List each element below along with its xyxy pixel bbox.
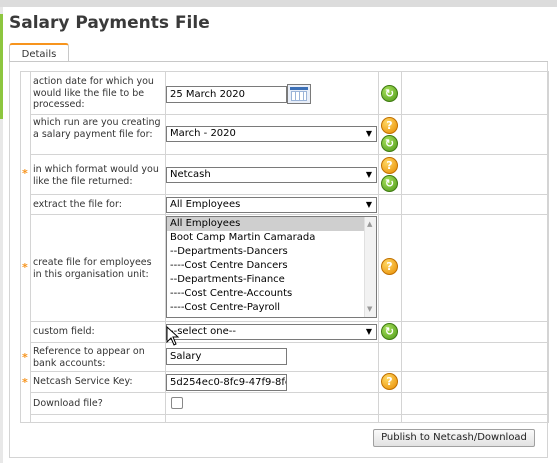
calendar-header	[290, 87, 308, 90]
help-icon[interactable]: ?	[381, 258, 398, 275]
arrow-cursor-icon	[166, 325, 180, 346]
chevron-down-icon: ▼	[365, 327, 372, 336]
row-divider	[30, 392, 548, 393]
refresh-icon[interactable]: ↻	[381, 175, 398, 192]
row-divider	[30, 414, 548, 415]
org-unit-listbox[interactable]: All Employees Boot Camp Martin Camarada …	[166, 216, 377, 318]
required-marker: *	[22, 261, 28, 274]
download-label: Download file?	[33, 398, 103, 409]
column-divider	[378, 72, 379, 422]
row-divider	[30, 114, 548, 115]
list-item[interactable]: ----Cost Centre Dancers	[167, 259, 376, 273]
reference-label: Reference to appear on bank accounts:	[33, 346, 145, 369]
extract-label: extract the file for:	[33, 199, 122, 210]
active-accent-bar	[0, 14, 3, 119]
format-label: in which format would you like the file …	[33, 164, 159, 187]
column-divider	[401, 72, 402, 422]
calendar-days	[291, 91, 307, 101]
row-divider	[30, 194, 548, 195]
row-divider	[30, 342, 548, 343]
listbox-scrollbar[interactable]: ▲ ▼	[364, 217, 376, 317]
action-date-input[interactable]: 25 March 2020	[166, 86, 287, 103]
refresh-icon[interactable]: ↻	[381, 135, 398, 152]
list-item[interactable]: ----Cost Centre-Accounts	[167, 287, 376, 301]
format-select[interactable]: Netcash ▼	[166, 167, 377, 183]
service-key-label: Netcash Service Key:	[33, 376, 133, 387]
chevron-down-icon: ▼	[365, 170, 372, 179]
run-select-value: March - 2020	[170, 128, 236, 139]
run-select[interactable]: March - 2020 ▼	[166, 126, 377, 142]
action-date-label: action date for which you would like the…	[33, 76, 154, 110]
chevron-down-icon: ▼	[365, 129, 372, 138]
download-checkbox[interactable]	[171, 397, 183, 409]
org-unit-label: create file for employees in this organi…	[33, 257, 152, 280]
required-marker: *	[22, 351, 28, 364]
row-divider	[30, 214, 548, 215]
run-label: which run are you creating a salary paym…	[33, 117, 161, 140]
list-item[interactable]: --Departments-Finance	[167, 273, 376, 287]
extract-select-value: All Employees	[170, 199, 241, 210]
scroll-up-icon[interactable]: ▲	[367, 220, 372, 228]
format-select-value: Netcash	[170, 169, 211, 180]
refresh-icon[interactable]: ↻	[381, 85, 398, 102]
required-marker: *	[22, 167, 28, 180]
help-icon[interactable]: ?	[381, 117, 398, 134]
top-bar	[0, 0, 557, 7]
row-divider	[30, 321, 548, 322]
service-key-input[interactable]: 5d254ec0-8fc9-47f9-8fc	[166, 374, 287, 391]
chevron-down-icon: ▼	[365, 200, 372, 209]
column-divider	[30, 72, 31, 422]
calendar-icon[interactable]	[287, 84, 311, 104]
help-icon[interactable]: ?	[381, 157, 398, 174]
row-divider	[30, 154, 548, 155]
list-item[interactable]: ----Cost Centre-Payroll	[167, 301, 376, 315]
reference-input[interactable]: Salary	[166, 348, 287, 365]
refresh-icon[interactable]: ↻	[381, 323, 398, 340]
required-marker: *	[22, 376, 28, 389]
list-item[interactable]: --Departments-Dancers	[167, 245, 376, 259]
list-item[interactable]: All Employees	[167, 217, 376, 231]
publish-button[interactable]: Publish to Netcash/Download	[373, 429, 535, 447]
help-icon[interactable]: ?	[381, 373, 398, 390]
row-divider	[30, 371, 548, 372]
page-title: Salary Payments File	[9, 13, 210, 33]
extract-select[interactable]: All Employees ▼	[166, 197, 377, 213]
tab-details[interactable]: Details	[9, 43, 69, 62]
custom-field-select[interactable]: --select one-- ▼	[166, 324, 377, 340]
custom-field-label: custom field:	[33, 326, 95, 337]
list-item[interactable]: Boot Camp Martin Camarada	[167, 231, 376, 245]
scroll-down-icon[interactable]: ▼	[367, 305, 372, 313]
